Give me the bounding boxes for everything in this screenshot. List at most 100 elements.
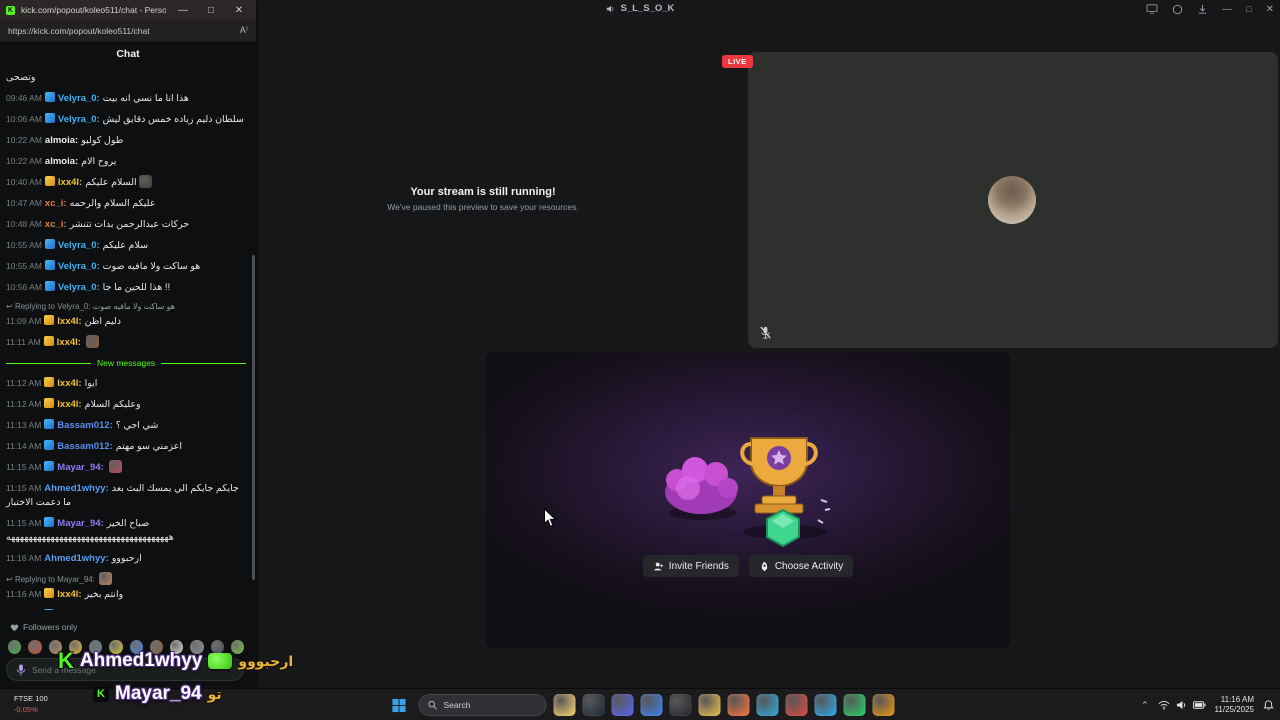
start-button[interactable] [386, 692, 412, 718]
message-line: 10:55 AM Velyra_0: سلام عليكم [6, 238, 246, 253]
browser-close-button[interactable]: ✕ [228, 5, 250, 16]
message-username[interactable]: lxx4l: [57, 337, 81, 348]
message-username[interactable]: Velyra_0: [58, 261, 100, 272]
taskbar-app-discord[interactable] [611, 694, 634, 716]
message-timestamp: 11:09 AM [6, 316, 42, 326]
gift-icon[interactable] [1172, 4, 1183, 15]
taskbar-search[interactable]: Search [418, 694, 547, 716]
chat-message[interactable]: 11:16 AMMayar_94:تو [6, 605, 246, 610]
message-username[interactable]: xc_i: [45, 198, 67, 209]
taskbar-app-obs[interactable] [669, 694, 692, 716]
emote-brown-icon[interactable] [149, 640, 163, 654]
notification-bell-icon[interactable] [1263, 699, 1274, 711]
close-button[interactable]: ✕ [1266, 4, 1274, 15]
chat-message[interactable]: 11:11 AM lxx4l: [6, 332, 246, 353]
chat-message[interactable]: 11:15 AM Ahmed1whyy: جايكم جايكم الي يمسك … [6, 478, 246, 513]
chat-message[interactable]: 11:12 AM lxx4l: وعليكم السلام [6, 394, 246, 415]
emote-light-icon[interactable] [170, 640, 184, 654]
browser-urlbar[interactable]: https://kick.com/popout/koleo511/chat A⁾ [0, 20, 256, 42]
emote-gold-icon[interactable] [68, 640, 82, 654]
message-username[interactable]: Velyra_0: [58, 114, 100, 125]
subscriber-badge-icon [43, 336, 54, 346]
chat-message[interactable]: ↩ Replying to Mayar_94: 11:16 AM lxx4l: وا… [6, 569, 246, 605]
taskbar-app-folder[interactable] [698, 694, 721, 716]
search-icon [428, 700, 437, 710]
taskbar-app-steam[interactable] [582, 694, 605, 716]
screen-icon[interactable] [1146, 4, 1158, 14]
chat-message[interactable]: 10:06 AM Velyra_0: سلطان دليم زياده خمس دق… [6, 109, 246, 130]
chat-message[interactable]: 10:56 AM Velyra_0:!! هذا للحين ما جا [6, 277, 246, 298]
taskbar-app-telegram[interactable] [814, 694, 837, 716]
chat-message[interactable]: 11:14 AM Bassam012: اعزمني سو مهتم [6, 436, 246, 457]
browser-minimize-button[interactable]: — [172, 5, 194, 16]
chat-scrollbar[interactable] [252, 255, 255, 580]
chat-message[interactable]: 11:12 AM lxx4l: ايوا [6, 373, 246, 394]
download-icon[interactable] [1197, 4, 1208, 15]
message-username[interactable]: Bassam012: [57, 441, 112, 452]
chat-message[interactable]: 11:15 AM Mayar_94: صباح الخير هههههههههههه… [6, 513, 246, 548]
choose-activity-button[interactable]: Choose Activity [748, 555, 854, 577]
message-username[interactable]: Mayar_94: [57, 518, 103, 529]
chat-message[interactable]: 10:48 AM xc_i: حركات عبدالرحمن بدات تتنشر [6, 214, 246, 235]
emote-tan-icon[interactable] [48, 640, 62, 654]
taskbar-clock[interactable]: 11:16 AM 11/25/2025 [1215, 695, 1254, 715]
message-username[interactable]: lxx4l: [58, 177, 82, 188]
message-username[interactable]: lxx4l: [57, 589, 81, 600]
emote-gray-icon[interactable] [190, 640, 204, 654]
reply-arrow-icon: ↩ [6, 575, 15, 584]
chat-message[interactable]: 10:47 AM xc_i: عليكم السلام والرحمه [6, 193, 246, 214]
maximize-button[interactable]: □ [1246, 4, 1251, 14]
chat-message[interactable]: 10:22 AM almoia: طول كوليو [6, 130, 246, 151]
emote-lime-icon[interactable] [230, 640, 244, 654]
invite-friends-button[interactable]: Invite Friends [642, 555, 739, 577]
chat-input[interactable]: Send a message [6, 658, 244, 681]
message-username[interactable]: Velyra_0: [58, 240, 100, 251]
chat-message[interactable]: 11:16 AM Ahmed1whyy: ارحبووو [6, 548, 246, 569]
minimize-button[interactable]: — [1222, 4, 1232, 15]
emote-red-icon[interactable] [28, 640, 42, 654]
message-username[interactable]: Velyra_0: [58, 93, 100, 104]
taskbar-app-whatsapp[interactable] [843, 694, 866, 716]
browser-titlebar[interactable]: K kick.com/popout/koleo511/chat - Perso.… [0, 0, 256, 20]
chat-message[interactable]: 10:55 AM Velyra_0: هو ساكت ولا مافيه صوت [6, 256, 246, 277]
taskbar-app-edge[interactable] [756, 694, 779, 716]
message-username[interactable]: xc_i: [45, 219, 67, 230]
chat-message[interactable]: 11:15 AM Mayar_94: [6, 457, 246, 478]
message-username[interactable]: Mayar_94: [57, 462, 103, 473]
chat-message[interactable]: ↩ Replying to Velyra_0: هو ساكت ولا مافي… [6, 298, 246, 332]
emote-dark-icon[interactable] [210, 640, 224, 654]
message-username[interactable]: Velyra_0: [58, 282, 100, 293]
taskbar-app-prime-video[interactable] [872, 694, 895, 716]
chat-message[interactable]: 09:46 AM Velyra_0: هذا انا ما نسي انه بيت [6, 88, 246, 109]
emote-yellow-icon[interactable] [109, 640, 123, 654]
voice-input-icon[interactable] [16, 663, 26, 676]
message-username[interactable]: lxx4l: [57, 378, 81, 389]
stocks-widget[interactable]: FTSE 100 -0,05% [14, 693, 48, 715]
chat-message[interactable]: 10:22 AM almoia: يروح الام [6, 151, 246, 172]
chat-message-partial[interactable]: وتصحى [6, 68, 246, 88]
message-username[interactable]: Ahmed1whyy: [44, 483, 108, 494]
message-username[interactable]: almoia: [45, 135, 78, 146]
tray-expand-chevron-icon[interactable]: ⌃ [1141, 700, 1149, 711]
message-username[interactable]: Ahmed1whyy: [44, 553, 108, 564]
emote-green-icon[interactable] [8, 640, 22, 654]
message-timestamp: 10:55 AM [6, 240, 42, 250]
read-aloud-icon[interactable]: A⁾ [240, 25, 248, 36]
taskbar-app-app-red[interactable] [785, 694, 808, 716]
emote-blue-icon[interactable] [129, 640, 143, 654]
chat-message[interactable]: 10:40 AM lxx4l: السلام عليكم [6, 172, 246, 193]
url-text[interactable]: https://kick.com/popout/koleo511/chat [8, 26, 240, 36]
message-username[interactable]: lxx4l: [57, 316, 81, 327]
browser-maximize-button[interactable]: □ [200, 5, 222, 16]
taskbar-app-file-explorer[interactable] [553, 694, 576, 716]
taskbar-app-photos[interactable] [640, 694, 663, 716]
camera-tile[interactable] [748, 52, 1278, 348]
system-tray[interactable] [1158, 700, 1206, 710]
emote-steel-icon[interactable] [89, 640, 103, 654]
taskbar-app-firefox[interactable] [727, 694, 750, 716]
chat-message[interactable]: 11:13 AM Bassam012: شي اجي ؟ [6, 415, 246, 436]
message-username[interactable]: Bassam012: [57, 420, 112, 431]
message-username[interactable]: lxx4l: [57, 399, 81, 410]
message-username[interactable]: almoia: [45, 156, 78, 167]
chat-message[interactable]: 10:55 AM Velyra_0: سلام عليكم [6, 235, 246, 256]
